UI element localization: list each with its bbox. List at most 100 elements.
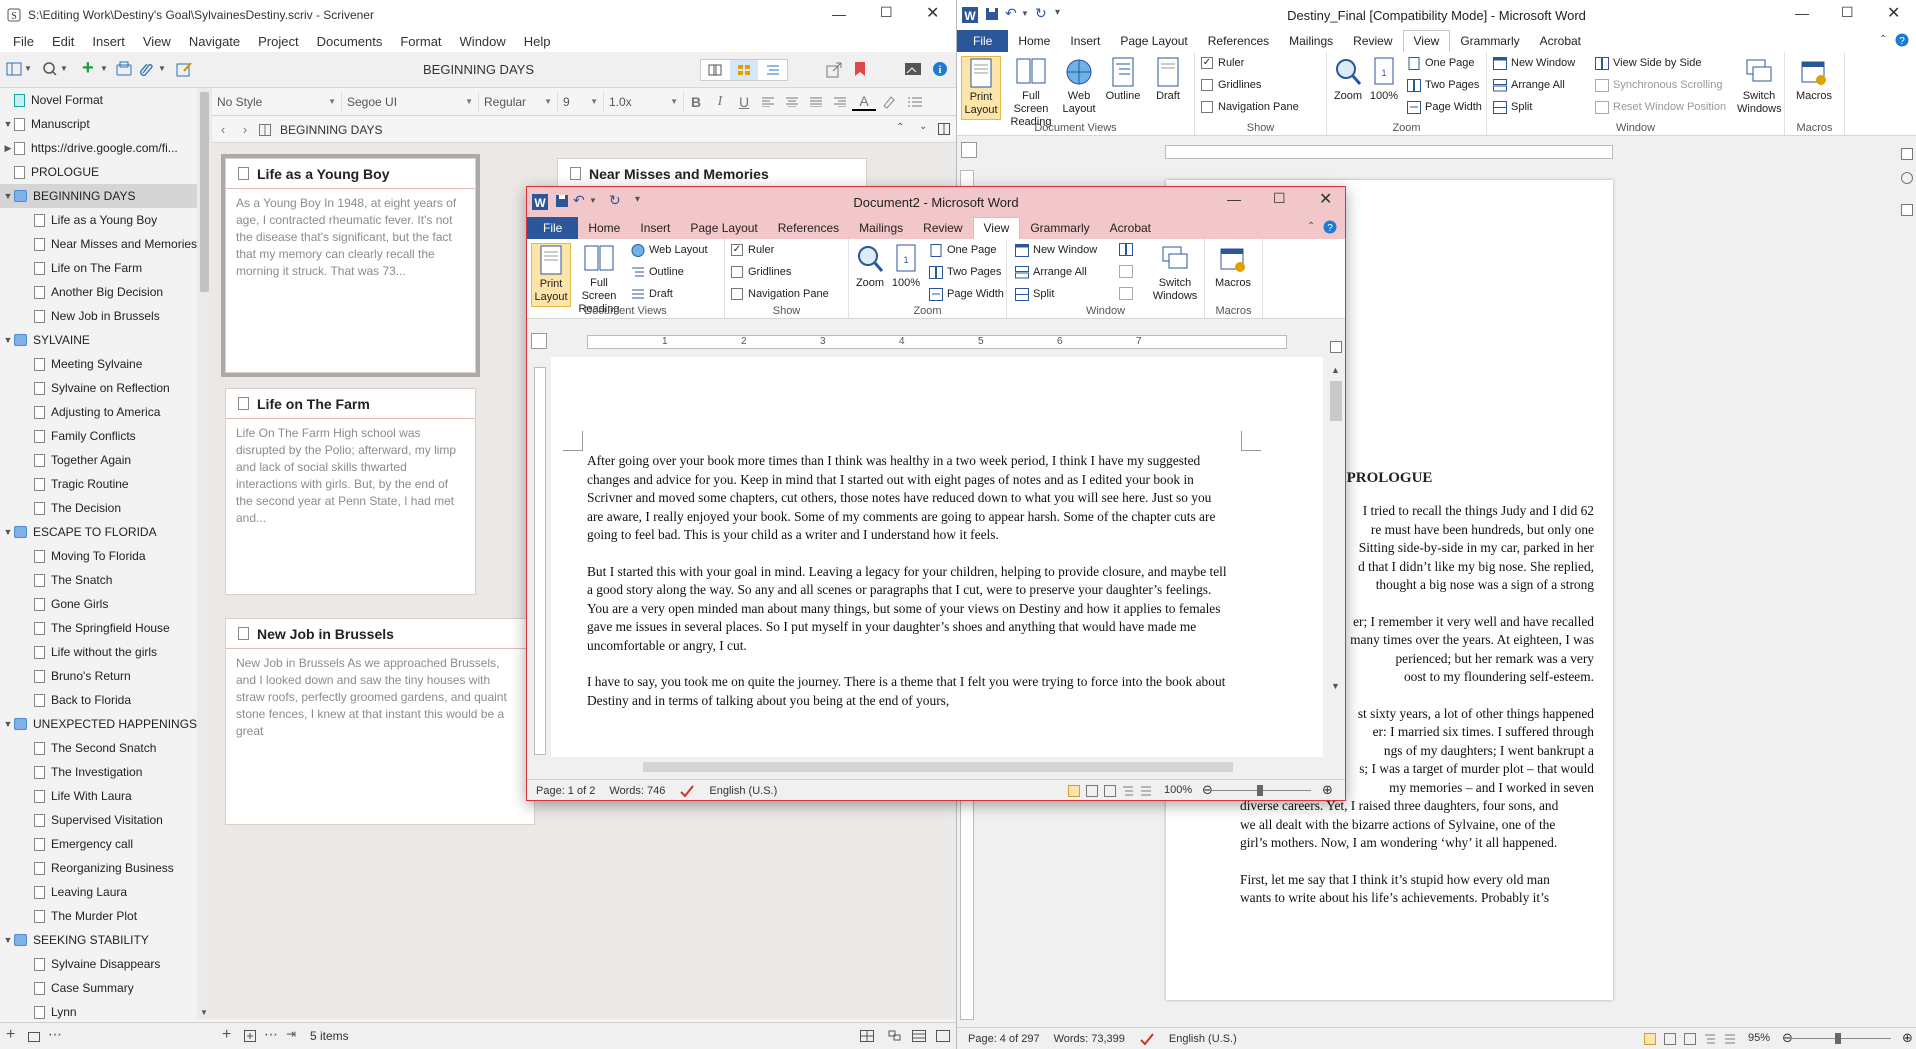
minimize-icon[interactable]: — [832, 6, 846, 22]
expand-chevron-icon[interactable]: ▼ [2, 527, 14, 537]
reset-position-icon[interactable] [1119, 287, 1133, 300]
tab-selector[interactable] [531, 333, 547, 349]
spelling-check-icon[interactable] [1132, 1032, 1162, 1046]
tab-page-layout[interactable]: Page Layout [1110, 31, 1197, 52]
folder-add-icon[interactable] [28, 1030, 40, 1042]
tab-mailings[interactable]: Mailings [1279, 31, 1343, 52]
tab-review[interactable]: Review [1343, 31, 1402, 52]
draft-button[interactable]: Draft [1147, 56, 1189, 103]
menu-insert[interactable]: Insert [83, 34, 134, 49]
close-icon[interactable]: ✕ [926, 3, 939, 23]
tab-home[interactable]: Home [578, 218, 630, 239]
folder-add-icon[interactable] [116, 61, 132, 77]
nav-back-icon[interactable]: ‹ [212, 122, 234, 137]
expand-chevron-icon[interactable]: ▼ [2, 935, 14, 945]
switch-windows-button[interactable]: Switch Windows [1737, 56, 1782, 116]
binder-item[interactable]: The Springfield House [0, 616, 211, 640]
bold-icon[interactable]: B [684, 94, 708, 110]
tab-grammarly[interactable]: Grammarly [1450, 31, 1529, 52]
help-icon[interactable]: ? [1323, 220, 1337, 234]
help-icon[interactable]: ? [1895, 33, 1909, 47]
tab-references[interactable]: References [1198, 31, 1279, 52]
tab-mailings[interactable]: Mailings [849, 218, 913, 239]
split-button[interactable]: Split [1015, 285, 1054, 303]
close-icon[interactable]: ✕ [1887, 3, 1900, 23]
grid-view-icon[interactable] [860, 1030, 874, 1042]
binder-item[interactable]: New Job in Brussels [0, 304, 211, 328]
tab-view[interactable]: View [972, 217, 1021, 239]
status-words[interactable]: Words: 73,399 [1047, 1033, 1132, 1045]
tab-home[interactable]: Home [1008, 31, 1060, 52]
switch-windows-button[interactable]: Switch Windows [1151, 243, 1199, 303]
status-language[interactable]: English (U.S.) [1162, 1033, 1244, 1045]
dropdown-arrow-icon[interactable]: ▼ [158, 64, 166, 73]
undo-icon[interactable]: ↶ [573, 192, 585, 209]
binder-item[interactable]: Moving To Florida [0, 544, 211, 568]
web-layout-button[interactable]: Web Layout [631, 241, 708, 259]
binder-item[interactable]: Meeting Sylvaine [0, 352, 211, 376]
style-select[interactable]: No Style ▼ [212, 91, 342, 112]
zoom-in-icon[interactable]: ⊕ [1895, 1030, 1916, 1046]
doc2-horizontal-ruler[interactable]: 1 2 3 4 5 6 7 [587, 335, 1287, 349]
scrivenings-icon[interactable] [701, 64, 730, 76]
binder-item[interactable]: Gone Girls [0, 592, 211, 616]
dropdown-arrow-icon[interactable]: ▼ [589, 196, 597, 205]
binder-item[interactable]: Life without the girls [0, 640, 211, 664]
tab-acrobat[interactable]: Acrobat [1100, 218, 1161, 239]
zoom-slider[interactable] [1791, 1038, 1891, 1039]
view-draft-icon[interactable] [1717, 1033, 1743, 1045]
tab-review[interactable]: Review [913, 218, 972, 239]
checkbox-unchecked[interactable] [1201, 101, 1213, 113]
checkbox-unchecked[interactable] [1201, 79, 1213, 91]
menu-view[interactable]: View [134, 34, 180, 49]
ruler-checkbox[interactable]: ✓ Ruler [731, 241, 774, 259]
bookmark-icon[interactable] [854, 61, 866, 77]
scroll-down-icon[interactable]: ▼ [1331, 681, 1340, 691]
index-card[interactable]: Life on The Farm Life On The Farm High s… [225, 388, 476, 595]
full-screen-reading-button[interactable]: Full Screen Reading [1005, 56, 1057, 129]
zoom-button[interactable]: Zoom [853, 243, 887, 290]
text-color-icon[interactable]: A [852, 93, 876, 111]
binder-item[interactable]: Supervised Visitation [0, 808, 211, 832]
page-width-button[interactable]: Page Width [929, 285, 1004, 303]
binder-item[interactable]: Back to Florida [0, 688, 211, 712]
binder-item[interactable]: Novel Format [0, 88, 211, 112]
spacing-select[interactable]: 1.0x ▼ [604, 91, 684, 112]
tab-selector[interactable] [961, 142, 977, 158]
close-icon[interactable]: ✕ [1319, 189, 1332, 209]
two-pages-button[interactable]: Two Pages [929, 263, 1001, 281]
index-card[interactable]: Life as a Young Boy As a Young Boy In 19… [221, 154, 480, 377]
binder-toggle-icon[interactable] [6, 62, 22, 76]
binder-item[interactable]: ▶ https://drive.google.com/fi... [0, 136, 211, 160]
view-mode-switch[interactable] [700, 59, 788, 81]
menu-navigate[interactable]: Navigate [180, 34, 249, 49]
minimize-icon[interactable]: — [1795, 5, 1809, 21]
zoom-button[interactable]: Zoom [1331, 56, 1365, 103]
outline-button[interactable]: Outline [1101, 56, 1145, 103]
status-zoom-level[interactable]: 100% [1157, 784, 1199, 796]
new-folder-icon[interactable] [244, 1030, 256, 1042]
binder-item[interactable]: Life With Laura [0, 784, 211, 808]
ribbon-collapse-icon[interactable]: ⌃ [1307, 221, 1315, 232]
maximize-icon[interactable]: ☐ [1841, 4, 1854, 21]
menu-documents[interactable]: Documents [308, 34, 392, 49]
binder-item[interactable]: Life on The Farm [0, 256, 211, 280]
redo-icon[interactable]: ↻ [1035, 5, 1047, 22]
sync-scroll-icon[interactable] [1119, 265, 1133, 278]
status-zoom-level[interactable]: 95% [1741, 1032, 1777, 1044]
binder-item[interactable]: Adjusting to America [0, 400, 211, 424]
nav-forward-icon[interactable]: › [234, 122, 256, 137]
binder-item[interactable]: The Decision [0, 496, 211, 520]
doc2-page[interactable]: After going over your book more times th… [551, 357, 1323, 757]
new-window-button[interactable]: New Window [1015, 241, 1097, 259]
view-side-by-side-button[interactable]: View Side by Side [1595, 54, 1701, 72]
split-editor-icon[interactable] [938, 123, 950, 135]
menu-window[interactable]: Window [451, 34, 515, 49]
status-page[interactable]: Page: 4 of 297 [961, 1033, 1047, 1045]
zoom-100-button[interactable]: 1 100% [1367, 56, 1401, 103]
binder-item[interactable]: Family Conflicts [0, 424, 211, 448]
checkbox-checked[interactable]: ✓ [731, 244, 743, 256]
spelling-check-icon[interactable] [672, 784, 702, 798]
print-layout-button[interactable]: Print Layout [961, 56, 1001, 120]
outliner-icon[interactable] [758, 64, 787, 76]
